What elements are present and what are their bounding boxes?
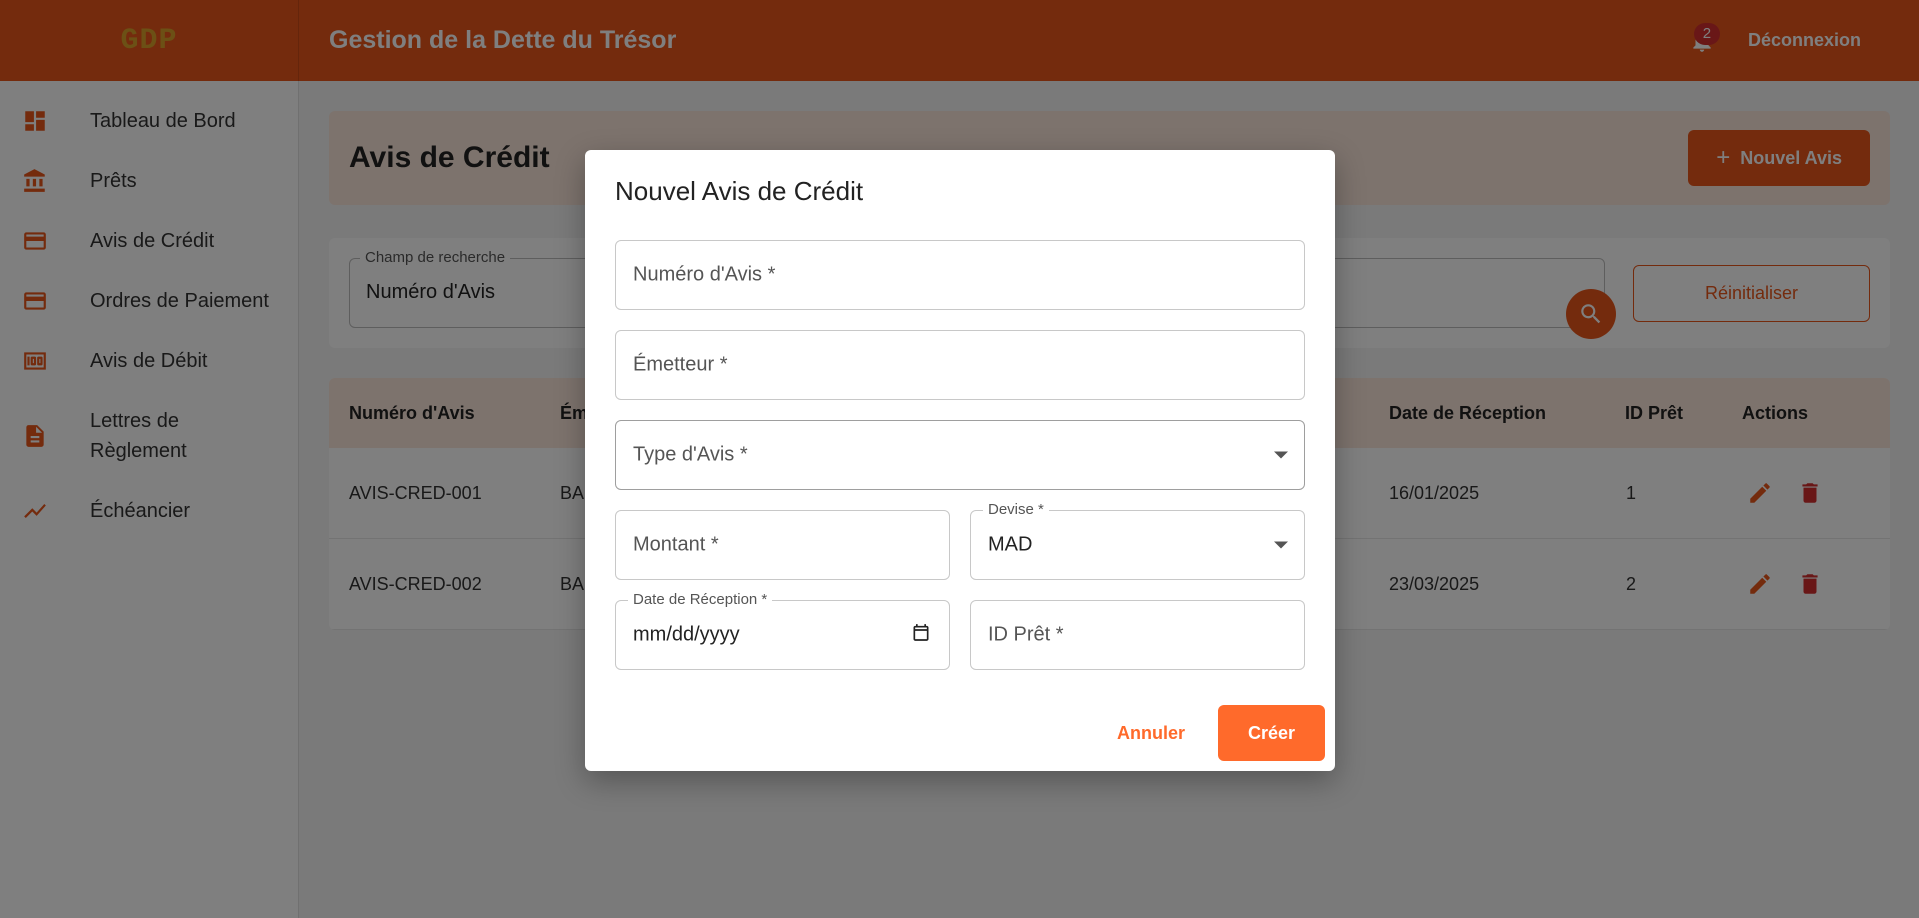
devise-select[interactable]: Devise * MAD — [970, 501, 1305, 580]
dialog-title: Nouvel Avis de Crédit — [615, 176, 864, 206]
id-pret-placeholder: ID Prêt * — [988, 623, 1064, 646]
new-avis-dialog: Nouvel Avis de Crédit Numéro d'Avis * Ém… — [585, 150, 1335, 771]
numero-avis-field[interactable]: Numéro d'Avis * — [615, 240, 1305, 310]
emetteur-placeholder: Émetteur * — [633, 353, 728, 376]
emetteur-field[interactable]: Émetteur * — [615, 330, 1305, 400]
dropdown-arrow-icon — [1274, 451, 1288, 459]
montant-field[interactable]: Montant * — [615, 510, 950, 580]
id-pret-field[interactable]: ID Prêt * — [970, 600, 1305, 670]
create-button[interactable]: Créer — [1218, 705, 1325, 761]
date-reception-value: mm/dd/yyyy — [633, 623, 740, 646]
date-reception-label: Date de Réception * — [628, 591, 773, 608]
type-avis-select[interactable]: Type d'Avis * — [615, 420, 1305, 490]
dropdown-arrow-icon — [1274, 541, 1288, 549]
numero-avis-placeholder: Numéro d'Avis * — [633, 263, 776, 286]
devise-value: MAD — [988, 533, 1033, 556]
type-avis-placeholder: Type d'Avis * — [633, 443, 748, 466]
calendar-icon[interactable] — [911, 623, 931, 648]
cancel-button[interactable]: Annuler — [1095, 705, 1207, 761]
date-reception-field[interactable]: Date de Réception * mm/dd/yyyy — [615, 591, 950, 670]
montant-placeholder: Montant * — [633, 533, 719, 556]
devise-label: Devise * — [983, 501, 1049, 518]
